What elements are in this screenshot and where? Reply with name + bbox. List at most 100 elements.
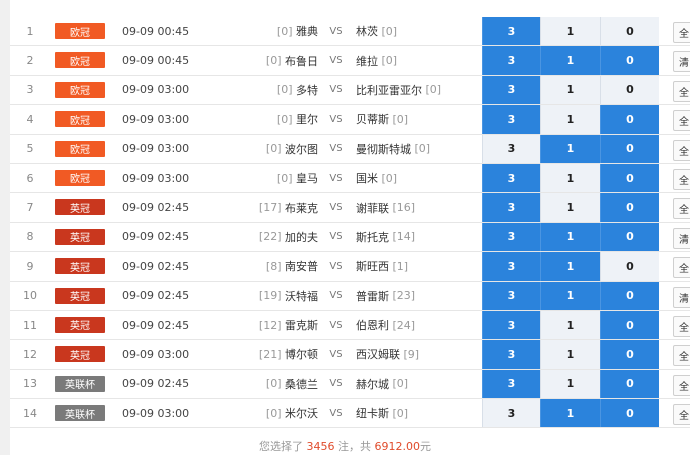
match-row: 7 英冠 09-09 02:45 [17] 布莱克 VS 谢菲联 [16] 3 1 0 全 <box>10 193 690 223</box>
league-badge[interactable]: 英冠 <box>55 346 105 363</box>
select-all-button[interactable]: 清 <box>673 286 690 308</box>
odds-draw-button[interactable]: 1 <box>540 17 600 46</box>
match-row: 12 英冠 09-09 03:00 [21] 博尔顿 VS 西汉姆联 [9] 3 1 0 全 <box>10 340 690 370</box>
home-team-name: 皇马 <box>296 172 318 186</box>
odds-win-button[interactable]: 3 <box>482 193 540 222</box>
odds-win-button[interactable]: 3 <box>482 281 540 310</box>
league-badge[interactable]: 英冠 <box>55 199 105 216</box>
match-row: 8 英冠 09-09 02:45 [22] 加的夫 VS 斯托克 [14] 3 1 0 清 <box>10 222 690 253</box>
match-time: 09-09 00:45 <box>122 54 190 68</box>
league-badge[interactable]: 欧冠 <box>55 52 105 69</box>
select-all-button[interactable]: 全 <box>673 257 690 279</box>
league-badge[interactable]: 欧冠 <box>55 81 105 98</box>
home-team: [19] 沃特福 <box>215 282 318 310</box>
match-time: 09-09 02:45 <box>122 259 190 273</box>
summary-suffix: 元 <box>420 440 431 453</box>
odds-lose-button[interactable]: 0 <box>600 46 659 75</box>
select-all-button[interactable]: 清 <box>673 227 690 249</box>
odds-draw-button[interactable]: 1 <box>540 310 600 340</box>
odds-win-button[interactable]: 3 <box>482 252 540 281</box>
odds-lose-button[interactable]: 0 <box>600 163 659 193</box>
match-index: 14 <box>23 406 37 420</box>
away-rank: [23] <box>392 289 416 303</box>
odds-lose-button[interactable]: 0 <box>600 134 659 163</box>
league-badge[interactable]: 英冠 <box>55 258 105 275</box>
odds-draw-button[interactable]: 1 <box>540 369 600 399</box>
odds-lose-button[interactable]: 0 <box>600 75 659 105</box>
select-all-button[interactable]: 全 <box>673 139 690 161</box>
vs-label: VS <box>329 113 343 125</box>
odds-win-button[interactable]: 3 <box>482 222 540 252</box>
odds-lose-button[interactable]: 0 <box>600 105 659 134</box>
odds-win-button[interactable]: 3 <box>482 134 540 163</box>
league-badge[interactable]: 英联杯 <box>55 405 105 422</box>
select-all-button[interactable]: 全 <box>673 345 690 367</box>
odds-win-button[interactable]: 3 <box>482 369 540 399</box>
odds-lose-button[interactable]: 0 <box>600 252 659 281</box>
select-all-button[interactable]: 全 <box>673 110 690 132</box>
league-badge[interactable]: 英冠 <box>55 287 105 304</box>
select-all-button[interactable]: 全 <box>673 315 690 337</box>
match-row: 1 欧冠 09-09 00:45 [0] 雅典 VS 林茨 [0] 3 1 0 全 <box>10 17 690 47</box>
odds-draw-button[interactable]: 1 <box>540 163 600 193</box>
odds-win-button[interactable]: 3 <box>482 310 540 340</box>
league-badge[interactable]: 欧冠 <box>55 111 105 128</box>
odds-lose-button[interactable]: 0 <box>600 193 659 222</box>
match-index: 8 <box>26 230 34 244</box>
away-team: 贝蒂斯 [0] <box>356 105 476 133</box>
odds-win-button[interactable]: 3 <box>482 399 540 428</box>
odds-draw-button[interactable]: 1 <box>540 399 600 428</box>
odds-draw-button[interactable]: 1 <box>540 340 600 369</box>
odds-draw-button[interactable]: 1 <box>540 75 600 105</box>
vs-label: VS <box>329 84 343 96</box>
league-badge[interactable]: 欧冠 <box>55 23 105 39</box>
away-team: 维拉 [0] <box>356 46 476 74</box>
away-team: 纽卡斯 [0] <box>356 399 476 427</box>
odds-win-button[interactable]: 3 <box>482 340 540 369</box>
home-team: [21] 博尔顿 <box>215 340 318 368</box>
odds-win-button[interactable]: 3 <box>482 105 540 134</box>
odds-draw-button[interactable]: 1 <box>540 105 600 134</box>
away-rank: [0] <box>414 142 431 156</box>
select-all-button[interactable]: 清 <box>673 51 690 73</box>
odds-win-button[interactable]: 3 <box>482 17 540 46</box>
vs-label: VS <box>329 319 343 331</box>
league-badge[interactable]: 英联杯 <box>55 375 105 392</box>
odds-win-button[interactable]: 3 <box>482 163 540 193</box>
away-rank: [16] <box>392 201 416 215</box>
odds-lose-button[interactable]: 0 <box>600 399 659 428</box>
home-rank: [22] <box>258 230 282 244</box>
select-all-button[interactable]: 全 <box>673 80 690 102</box>
league-badge[interactable]: 英冠 <box>55 316 105 333</box>
match-time: 09-09 02:45 <box>122 230 190 244</box>
match-row: 4 欧冠 09-09 03:00 [0] 里尔 VS 贝蒂斯 [0] 3 1 0 全 <box>10 105 690 135</box>
odds-win-button[interactable]: 3 <box>482 75 540 105</box>
select-all-button[interactable]: 全 <box>673 374 690 396</box>
odds-lose-button[interactable]: 0 <box>600 310 659 340</box>
odds-draw-button[interactable]: 1 <box>540 281 600 310</box>
odds-lose-button[interactable]: 0 <box>600 17 659 46</box>
vs-label: VS <box>329 260 343 272</box>
away-team-name: 赫尔城 <box>356 377 389 391</box>
select-all-button[interactable]: 全 <box>673 198 690 220</box>
odds-draw-button[interactable]: 1 <box>540 193 600 222</box>
odds-lose-button[interactable]: 0 <box>600 281 659 310</box>
league-badge[interactable]: 欧冠 <box>55 140 105 157</box>
odds-draw-button[interactable]: 1 <box>540 252 600 281</box>
odds-draw-button[interactable]: 1 <box>540 222 600 252</box>
odds-draw-button[interactable]: 1 <box>540 134 600 163</box>
league-badge[interactable]: 欧冠 <box>55 169 105 186</box>
odds-lose-button[interactable]: 0 <box>600 340 659 369</box>
away-team-name: 普雷斯 <box>356 289 389 303</box>
match-index: 5 <box>26 142 34 156</box>
odds-lose-button[interactable]: 0 <box>600 222 659 252</box>
match-time: 09-09 03:00 <box>122 406 190 420</box>
select-all-button[interactable]: 全 <box>673 404 690 426</box>
league-badge[interactable]: 英冠 <box>55 228 105 245</box>
select-all-button[interactable]: 全 <box>673 22 690 43</box>
odds-win-button[interactable]: 3 <box>482 46 540 75</box>
odds-lose-button[interactable]: 0 <box>600 369 659 399</box>
away-team-name: 国米 <box>356 172 378 186</box>
odds-draw-button[interactable]: 1 <box>540 46 600 75</box>
select-all-button[interactable]: 全 <box>673 168 690 190</box>
